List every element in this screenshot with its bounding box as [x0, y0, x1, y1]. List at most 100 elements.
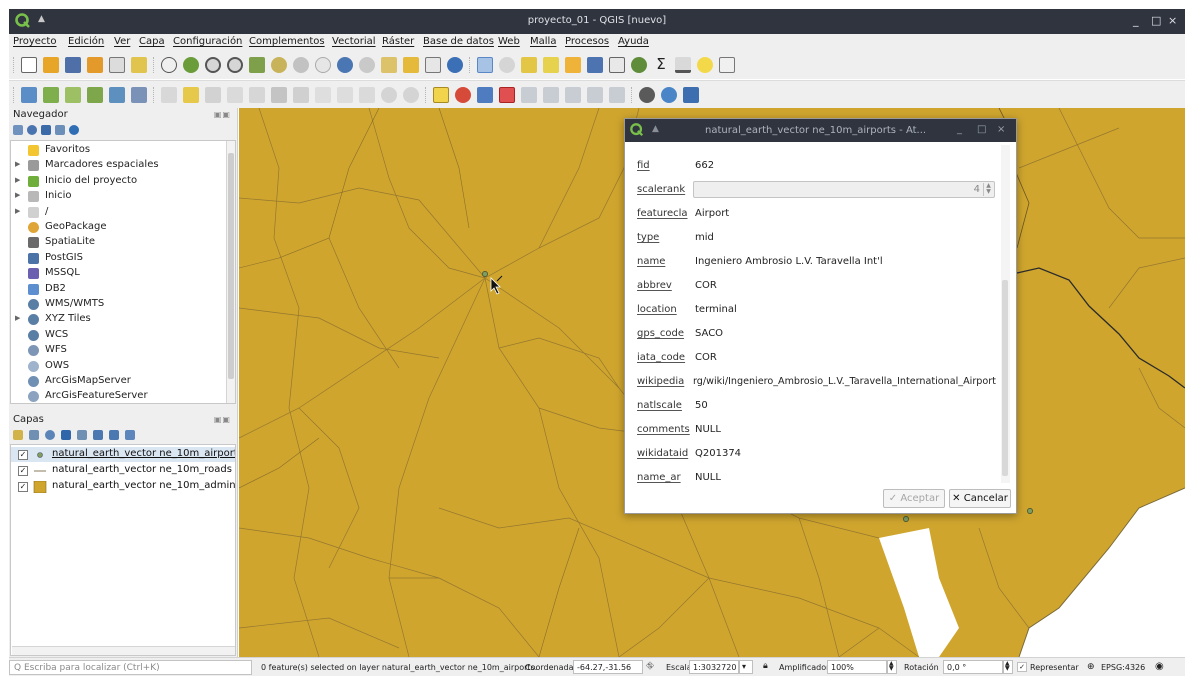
- select-by-value-icon[interactable]: [543, 57, 559, 73]
- new-spatialite-icon[interactable]: [87, 87, 103, 103]
- toggle-editing-icon[interactable]: [183, 87, 199, 103]
- layout-manager-icon[interactable]: [109, 57, 125, 73]
- manage-theme-icon[interactable]: [45, 430, 55, 440]
- field-value[interactable]: 662: [695, 160, 714, 171]
- airport-point[interactable]: [903, 516, 909, 522]
- layer-styling-icon[interactable]: [13, 430, 23, 440]
- properties-icon[interactable]: [69, 125, 79, 135]
- coordinate-field[interactable]: -64.27,-31.56: [573, 660, 643, 674]
- actions-icon[interactable]: [499, 57, 515, 73]
- navigator-item[interactable]: ▶ XYZ Tiles: [11, 312, 221, 327]
- navigator-item[interactable]: ArcGisMapServer: [11, 374, 221, 389]
- change-label-icon[interactable]: [565, 87, 581, 103]
- refresh-icon[interactable]: [447, 57, 463, 73]
- menu-complementos[interactable]: Complementos: [249, 36, 325, 47]
- save-project-icon[interactable]: [65, 57, 81, 73]
- airport-point[interactable]: [1027, 508, 1033, 514]
- menu-ver[interactable]: Ver: [114, 36, 130, 47]
- layer-item-admin[interactable]: ✓ natural_earth_vector ne_10m_admin_0: [11, 479, 235, 494]
- menu-procesos[interactable]: Procesos: [565, 36, 609, 47]
- field-value[interactable]: COR: [695, 280, 717, 291]
- expand-arrow-icon[interactable]: ▶: [15, 160, 20, 168]
- expand-all-icon[interactable]: [93, 430, 103, 440]
- navigator-item[interactable]: GeoPackage: [11, 220, 221, 235]
- dialog-minimize-button[interactable]: _: [957, 124, 962, 135]
- new-shapefile-icon[interactable]: [65, 87, 81, 103]
- new-virtual-layer-icon[interactable]: [109, 87, 125, 103]
- field-value[interactable]: terminal: [695, 304, 737, 315]
- navigator-item[interactable]: SpatiaLite: [11, 235, 221, 250]
- zoom-to-layer-icon[interactable]: [293, 57, 309, 73]
- text-annotation-icon[interactable]: [719, 57, 735, 73]
- dialog-close-button[interactable]: ×: [997, 124, 1005, 135]
- field-value[interactable]: mid: [695, 232, 714, 243]
- expand-arrow-icon[interactable]: ▶: [15, 207, 20, 215]
- open-project-icon[interactable]: [43, 57, 59, 73]
- cut-features-icon[interactable]: [315, 87, 331, 103]
- locator-search-input[interactable]: Q Escriba para localizar (Ctrl+K): [9, 660, 252, 675]
- navigator-item[interactable]: ▶ Inicio: [11, 189, 221, 204]
- menu-configuracion[interactable]: Configuración: [173, 36, 242, 47]
- statistical-summary-icon[interactable]: [609, 57, 625, 73]
- scale-field[interactable]: 1:3032720: [689, 660, 739, 674]
- deselect-features-icon[interactable]: [565, 57, 581, 73]
- navigator-scrollbar[interactable]: [226, 141, 235, 403]
- field-value[interactable]: Ingeniero Ambrosio L.V. Taravella Int'l: [695, 256, 883, 267]
- layers-panel-buttons[interactable]: ▣▣: [214, 415, 231, 424]
- filter-legend-icon[interactable]: [61, 430, 71, 440]
- sum-icon[interactable]: Σ: [653, 57, 669, 73]
- paste-features-icon[interactable]: [359, 87, 375, 103]
- magnifier-field[interactable]: 100%: [827, 660, 887, 674]
- magnifier-spin-icon[interactable]: ▲ ▼: [887, 660, 897, 674]
- new-3d-view-icon[interactable]: [403, 57, 419, 73]
- layer-diagram-icon[interactable]: [455, 87, 471, 103]
- lock-icon[interactable]: 🔒︎: [763, 661, 768, 671]
- zoom-native-icon[interactable]: [315, 57, 331, 73]
- style-manager-icon[interactable]: [131, 57, 147, 73]
- add-point-icon[interactable]: [227, 87, 243, 103]
- add-group-icon[interactable]: [29, 430, 39, 440]
- attribute-table-icon[interactable]: [587, 57, 603, 73]
- delete-selected-icon[interactable]: [293, 87, 309, 103]
- label-properties-icon[interactable]: [609, 87, 625, 103]
- field-value[interactable]: NULL: [695, 424, 721, 435]
- accept-button[interactable]: ✓ Aceptar: [883, 489, 945, 508]
- zoom-to-selection-icon[interactable]: [271, 57, 287, 73]
- layer-visibility-checkbox[interactable]: ✓: [18, 466, 28, 476]
- zoom-next-icon[interactable]: [359, 57, 375, 73]
- navigator-item[interactable]: WFS: [11, 343, 221, 358]
- layer-visibility-checkbox[interactable]: ✓: [18, 482, 28, 492]
- dialog-menu-caret-icon[interactable]: ▲: [652, 124, 659, 134]
- field-value[interactable]: rg/wiki/Ingeniero_Ambrosio_L.V._Taravell…: [693, 376, 996, 387]
- minimize-button[interactable]: _: [1133, 14, 1139, 27]
- menu-capa[interactable]: Capa: [139, 36, 165, 47]
- new-geopackage-icon[interactable]: [43, 87, 59, 103]
- layers-horizontal-scrollbar[interactable]: [12, 646, 235, 655]
- new-map-view-icon[interactable]: [381, 57, 397, 73]
- spin-arrows-icon[interactable]: ▲ ▼: [983, 183, 993, 196]
- zoom-out-icon[interactable]: [227, 57, 243, 73]
- filter-browser-icon[interactable]: [41, 125, 51, 135]
- expand-arrow-icon[interactable]: ▶: [15, 314, 20, 322]
- highlight-labels-icon[interactable]: [499, 87, 515, 103]
- dialog-maximize-button[interactable]: □: [977, 124, 986, 135]
- menu-vectorial[interactable]: Vectorial: [332, 36, 376, 47]
- select-features-icon[interactable]: [521, 57, 537, 73]
- python-console-icon[interactable]: [661, 87, 677, 103]
- cancel-button[interactable]: ✕ Cancelar: [949, 489, 1011, 508]
- zoom-in-icon[interactable]: [205, 57, 221, 73]
- identify-features-icon[interactable]: [477, 57, 493, 73]
- render-label[interactable]: Representar: [1030, 663, 1079, 672]
- maximize-button[interactable]: □: [1151, 14, 1161, 27]
- current-edits-icon[interactable]: [161, 87, 177, 103]
- navigator-item[interactable]: ▶ /: [11, 205, 221, 220]
- remove-layer-icon[interactable]: [125, 430, 135, 440]
- map-tips-icon[interactable]: [697, 57, 713, 73]
- new-print-layout-icon[interactable]: [87, 57, 103, 73]
- show-hide-labels-icon[interactable]: [587, 87, 603, 103]
- airport-point[interactable]: [482, 271, 488, 277]
- vertex-tool-icon[interactable]: [249, 87, 265, 103]
- pan-to-selection-icon[interactable]: [183, 57, 199, 73]
- expand-arrow-icon[interactable]: ▶: [15, 176, 20, 184]
- toggle-extents-icon[interactable]: ⛗: [646, 661, 654, 672]
